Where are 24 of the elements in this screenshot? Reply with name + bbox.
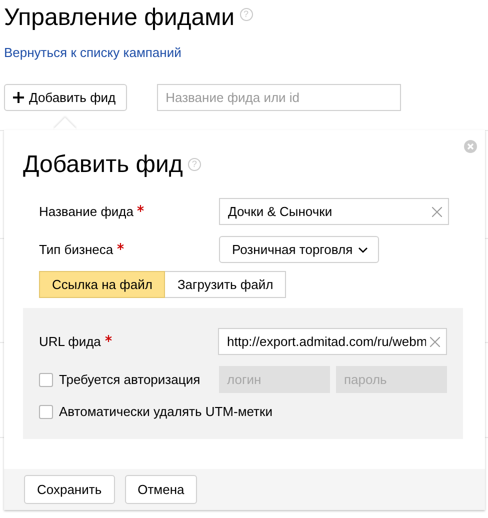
save-button[interactable]: Сохранить — [24, 475, 115, 504]
popup-title: Добавить фид — [23, 150, 183, 180]
field-label: URL фида — [39, 334, 101, 349]
chevron-icon — [358, 246, 368, 252]
business-type-select[interactable]: Розничная торговля — [219, 236, 379, 263]
auth-checkbox[interactable] — [39, 372, 53, 386]
source-tab[interactable]: Ссылка на файл — [39, 271, 166, 298]
cancel-button[interactable]: Отмена — [124, 475, 198, 504]
url-field[interactable]: http://export.admitad.com/ru/webm — [218, 328, 447, 355]
utm-checkbox[interactable] — [39, 404, 53, 418]
back-link[interactable]: Вернуться к списку кампаний — [4, 45, 182, 60]
field-label: Тип бизнеса — [39, 242, 114, 257]
clear-icon[interactable] — [430, 336, 440, 346]
add-feed-button[interactable]: Добавить фид — [4, 84, 127, 111]
plus-icon — [13, 92, 24, 103]
close-icon[interactable] — [464, 140, 477, 153]
feed-name-field[interactable]: Дочки & Сыночки — [219, 198, 449, 225]
search-field[interactable]: Название фида или id — [156, 84, 401, 111]
source-tab[interactable]: Загрузить файл — [165, 271, 286, 298]
field-label: Название фида — [39, 204, 134, 219]
clear-icon[interactable] — [432, 206, 442, 216]
checkbox-label: Требуется авторизация — [59, 372, 200, 387]
page-title: Управление фидами — [4, 3, 234, 33]
checkbox-label: Автоматически удалять UTM-метки — [59, 404, 272, 419]
